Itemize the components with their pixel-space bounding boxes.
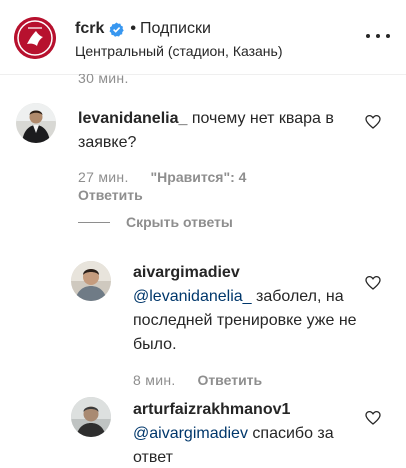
comment-username[interactable]: levanidanelia_ <box>78 110 187 127</box>
account-avatar[interactable] <box>14 17 56 59</box>
comment-meta: 27 мин. "Нравится": 4 <box>78 169 246 185</box>
like-heart-icon[interactable] <box>365 275 381 291</box>
reply-mention[interactable]: @levanidanelia_ <box>133 288 252 305</box>
verified-badge-icon <box>109 22 125 37</box>
hide-replies-label: Скрыть ответы <box>126 214 233 230</box>
like-heart-icon[interactable] <box>365 114 381 130</box>
more-options-icon[interactable] <box>366 32 390 40</box>
reply-username[interactable]: arturfaizrakhmanov1 <box>133 401 290 418</box>
reply-meta: 8 мин. Ответить <box>133 372 262 388</box>
post-header: fcrk • Подписки Центральный (стадион, Ка… <box>0 0 406 75</box>
like-heart-icon[interactable] <box>365 410 381 426</box>
account-line: fcrk • Подписки <box>75 20 211 38</box>
reply-body: aivargimadiev @levanidanelia_ заболел, н… <box>133 261 363 357</box>
commenter-avatar[interactable] <box>16 103 56 143</box>
location-link[interactable]: Центральный (стадион, Казань) <box>75 43 283 59</box>
account-name[interactable]: fcrk <box>75 20 104 38</box>
separator-dot: • <box>130 20 136 37</box>
reply-body: arturfaizrakhmanov1 @aivargimadiev спаси… <box>133 398 363 468</box>
comment-time[interactable]: 27 мин. <box>78 169 129 185</box>
hide-replies-divider <box>78 221 110 223</box>
comment-reply-row: Ответить <box>78 187 143 203</box>
reply-button[interactable]: Ответить <box>78 187 143 203</box>
hide-replies-button[interactable]: Скрыть ответы <box>78 214 233 230</box>
comment-body: levanidanelia_ почему нет квара в заявке… <box>78 107 368 155</box>
reply-button[interactable]: Ответить <box>197 372 262 388</box>
comment-likes[interactable]: "Нравится": 4 <box>151 169 247 185</box>
reply-avatar[interactable] <box>71 261 111 301</box>
reply-mention[interactable]: @aivargimadiev <box>133 425 248 442</box>
reply-time[interactable]: 8 мин. <box>133 372 176 388</box>
follow-status-button[interactable]: Подписки <box>140 20 211 38</box>
reply-avatar[interactable] <box>71 397 111 437</box>
reply-username[interactable]: aivargimadiev <box>133 264 240 281</box>
club-logo-icon <box>14 17 56 59</box>
